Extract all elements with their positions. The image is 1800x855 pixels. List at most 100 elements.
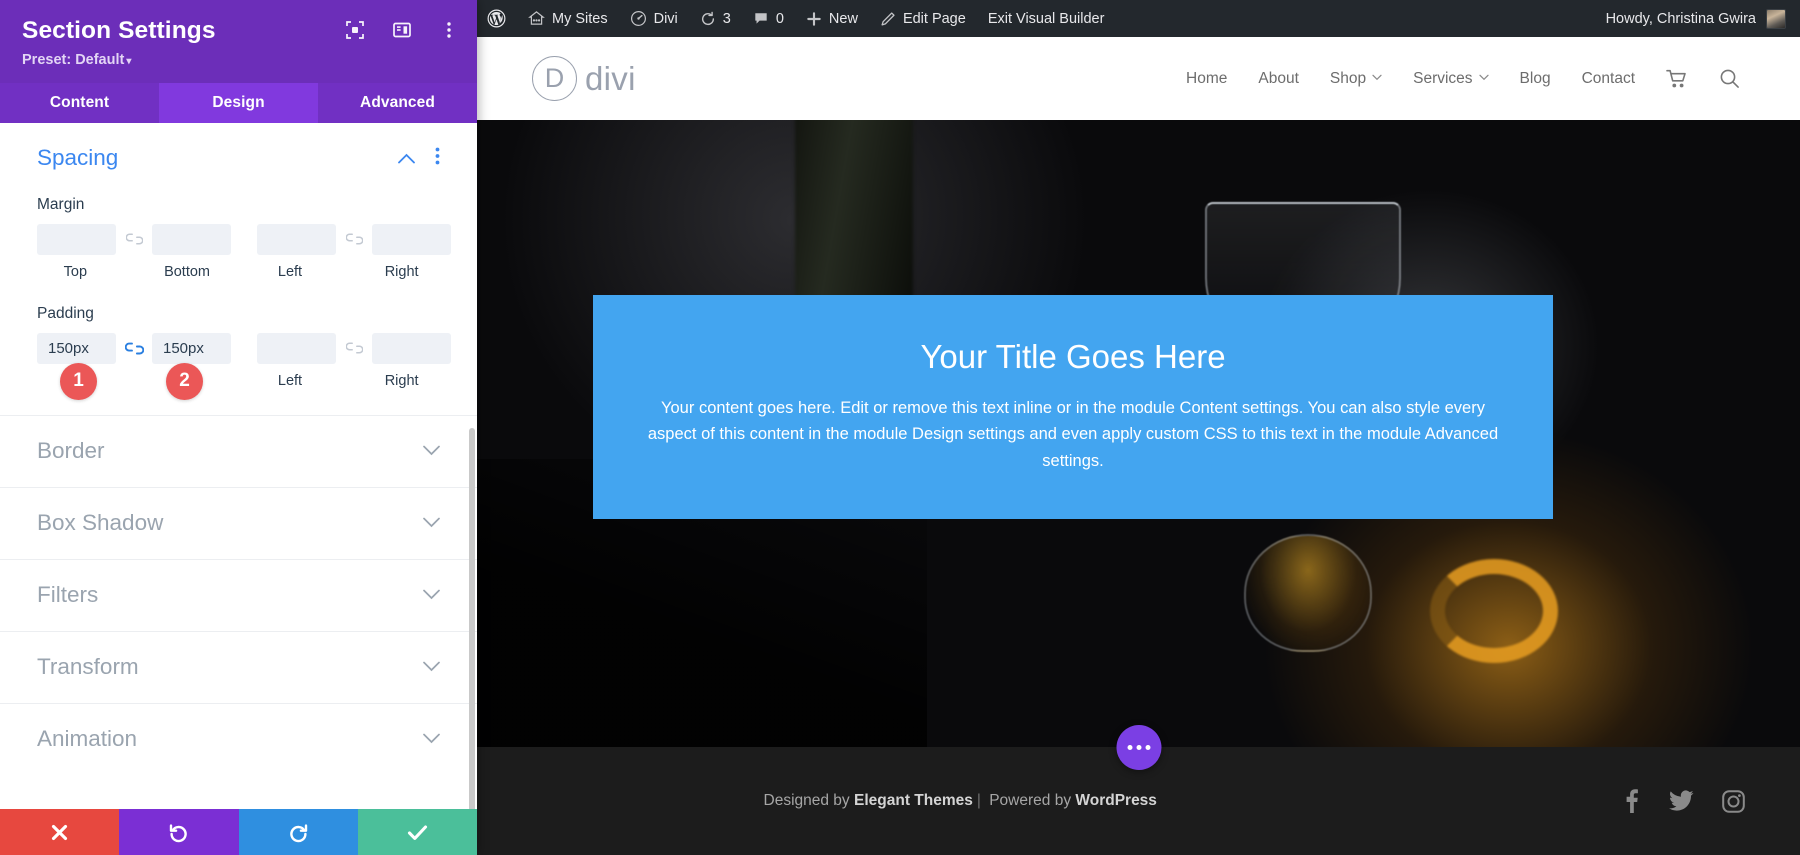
spacing-title: Spacing xyxy=(37,144,119,170)
padding-captions: Left Right xyxy=(37,373,440,389)
panel-header-icon-group xyxy=(345,20,459,40)
nav-item-blog[interactable]: Blog xyxy=(1520,70,1551,88)
fab-dot xyxy=(1136,745,1141,750)
panel-header: Section Settings Preset: Default ▾ xyxy=(0,0,477,83)
promo-body-text: Your content goes here. Edit or remove t… xyxy=(647,398,1499,471)
link-padding-horizontal-icon[interactable] xyxy=(336,341,372,355)
site-preview: D divi Home About Shop Services Blog Con… xyxy=(477,37,1800,855)
accordion-item-animation[interactable]: Animation xyxy=(0,702,477,775)
nav-item-about[interactable]: About xyxy=(1258,70,1299,88)
spacing-more-icon[interactable] xyxy=(435,147,440,168)
promo-title: Your Title Goes Here xyxy=(920,338,1226,375)
margin-right-caption: Right xyxy=(384,263,419,280)
credit-brand-wordpress[interactable]: WordPress xyxy=(1075,792,1157,809)
admin-bar-label: My Sites xyxy=(552,10,608,27)
fab-dot xyxy=(1145,745,1150,750)
admin-bar-label: Divi xyxy=(653,10,678,27)
preset-label: Preset: Default xyxy=(22,51,125,68)
link-margin-horizontal-icon[interactable] xyxy=(336,232,372,246)
twitter-icon[interactable] xyxy=(1668,790,1694,812)
undo-button[interactable] xyxy=(119,809,239,855)
caption-spacer-a xyxy=(114,264,149,280)
cancel-button[interactable] xyxy=(0,809,120,855)
fab-dot xyxy=(1127,745,1132,750)
margin-bottom-input[interactable] xyxy=(152,223,231,255)
margin-top-input[interactable] xyxy=(37,223,116,255)
admin-bar-label: Edit Page xyxy=(902,10,966,27)
padding-left-input[interactable] xyxy=(257,332,336,364)
admin-bar-item-comments[interactable]: 0 xyxy=(742,0,795,37)
focus-target-icon[interactable] xyxy=(345,20,365,40)
tab-advanced[interactable]: Advanced xyxy=(318,83,477,123)
nav-label: Services xyxy=(1413,69,1473,87)
promo-inner: Your Title Goes Here Your content goes h… xyxy=(593,295,1553,475)
admin-bar-item-updates[interactable]: 3 xyxy=(689,0,742,37)
padding-top-input[interactable] xyxy=(37,332,116,364)
padding-label: Padding xyxy=(37,304,94,322)
caption-spacer-b xyxy=(225,264,251,280)
tab-design[interactable]: Design xyxy=(159,82,318,123)
accordion-item-transform[interactable]: Transform xyxy=(0,630,477,703)
accordion-item-border[interactable]: Border xyxy=(0,414,477,487)
redo-button[interactable] xyxy=(238,809,358,855)
nav-label: Home xyxy=(1186,69,1228,87)
nav-item-services[interactable]: Services xyxy=(1413,69,1489,88)
wordpress-logo-menu[interactable] xyxy=(477,0,517,37)
site-main-nav: Home About Shop Services Blog Contact xyxy=(1186,68,1740,89)
nav-label: About xyxy=(1258,69,1299,87)
hero-section: Your Title Goes Here Your content goes h… xyxy=(477,120,1800,747)
margin-right-input[interactable] xyxy=(372,223,451,255)
accordion-label: Box Shadow xyxy=(37,510,164,536)
credit-brand-elegant-themes[interactable]: Elegant Themes xyxy=(854,792,973,809)
nav-item-home[interactable]: Home xyxy=(1186,70,1227,88)
tab-content[interactable]: Content xyxy=(0,83,159,123)
admin-bar-account-menu[interactable]: Howdy, Christina Gwira xyxy=(1595,0,1800,37)
hero-bottle-decor xyxy=(794,120,913,305)
nav-label: Shop xyxy=(1329,69,1367,87)
site-logo[interactable]: D divi xyxy=(532,56,636,101)
divi-builder-menu-fab[interactable] xyxy=(1116,725,1161,770)
link-margin-vertical-icon[interactable] xyxy=(116,232,152,246)
chevron-down-icon xyxy=(423,441,440,461)
link-padding-vertical-icon[interactable] xyxy=(116,341,152,356)
margin-bottom-caption: Bottom xyxy=(164,263,210,280)
panel-scrollbar[interactable] xyxy=(469,427,475,809)
nav-item-shop[interactable]: Shop xyxy=(1330,70,1382,88)
admin-bar-label: Exit Visual Builder xyxy=(987,10,1105,27)
wordpress-logo-icon xyxy=(487,9,506,28)
padding-right-input[interactable] xyxy=(372,332,451,364)
accordion-item-filters[interactable]: Filters xyxy=(0,558,477,631)
promo-module[interactable]: Your Title Goes Here Your content goes h… xyxy=(593,295,1553,519)
padding-bottom-input[interactable] xyxy=(152,332,231,364)
footer-social-links xyxy=(1620,789,1745,813)
search-icon[interactable] xyxy=(1719,68,1740,89)
admin-bar-item-edit-page[interactable]: Edit Page xyxy=(869,0,977,37)
chevron-down-icon xyxy=(1478,73,1489,84)
padding-horizontal-group xyxy=(257,332,451,364)
margin-left-input[interactable] xyxy=(257,223,336,255)
annotation-badge-2: 2 xyxy=(166,362,203,400)
admin-bar-item-exit-visual-builder[interactable]: Exit Visual Builder xyxy=(977,0,1116,37)
admin-bar-label: New xyxy=(828,10,858,27)
wordpress-admin-bar: My Sites Divi 3 0 New Edit Page Exit Vis… xyxy=(477,0,1800,37)
save-button[interactable] xyxy=(357,809,477,855)
more-vertical-icon[interactable] xyxy=(439,20,459,40)
layout-columns-icon[interactable] xyxy=(392,20,412,40)
design-accordion: Border Box Shadow Filters Transform Anim… xyxy=(0,414,477,775)
preset-selector[interactable]: Preset: Default ▾ xyxy=(22,52,131,68)
cart-icon[interactable] xyxy=(1666,69,1688,89)
comment-bubble-icon xyxy=(755,12,767,24)
spacing-section-header[interactable]: Spacing xyxy=(37,145,440,171)
instagram-icon[interactable] xyxy=(1722,789,1745,813)
caption-spacer-f xyxy=(328,373,363,389)
accordion-item-box-shadow[interactable]: Box Shadow xyxy=(0,486,477,559)
admin-bar-item-new[interactable]: New xyxy=(795,0,869,37)
credit-middle: Powered by xyxy=(984,792,1076,809)
admin-bar-item-site-divi[interactable]: Divi xyxy=(619,0,689,37)
chevron-up-icon[interactable] xyxy=(398,149,415,167)
admin-bar-item-my-sites[interactable]: My Sites xyxy=(517,0,619,37)
facebook-icon[interactable] xyxy=(1620,789,1641,813)
nav-item-contact[interactable]: Contact xyxy=(1582,70,1635,88)
caption-spacer-d xyxy=(114,373,149,389)
spacing-section: Spacing Margin Top Bottom Left Right Pad… xyxy=(0,123,477,400)
